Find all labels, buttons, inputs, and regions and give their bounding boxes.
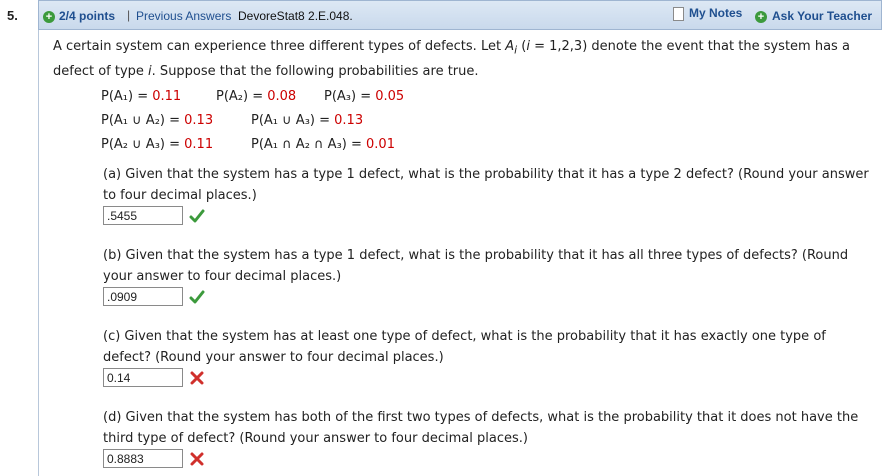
part-d-question: (d) Given that the system has both of th…: [103, 410, 859, 446]
part-b-question: (b) Given that the system has a type 1 d…: [103, 248, 849, 284]
question-header: +2/4 points | Previous Answers DevoreSta…: [38, 0, 882, 30]
prob-a1-a2-a3-intersection: P(A₁ ∩ A₂ ∩ A₃) = 0.01: [251, 137, 395, 152]
x-mark-icon: [190, 371, 204, 385]
intro-text-4: . Suppose that the following probabiliti…: [151, 63, 479, 79]
prob-a3: P(A₃) = 0.05: [324, 89, 405, 104]
points-label: 2/4 points: [59, 9, 116, 23]
part-a-answer-input[interactable]: .5455: [103, 206, 183, 225]
x-mark-icon: [190, 452, 204, 466]
my-notes-button[interactable]: My Notes: [673, 6, 742, 21]
part-a-question: (a) Given that the system has a type 1 d…: [103, 167, 869, 203]
intro-event-letter: A: [505, 39, 515, 54]
part-b-answer-input[interactable]: .0909: [103, 287, 183, 306]
ask-teacher-label: Ask Your Teacher: [772, 9, 873, 23]
previous-answers-link[interactable]: Previous Answers: [136, 9, 231, 23]
checkmark-icon: [189, 290, 205, 304]
prob-a2: P(A₂) = 0.08: [216, 89, 297, 104]
points-display[interactable]: +2/4 points: [43, 9, 115, 23]
my-notes-label: My Notes: [689, 6, 743, 20]
prob-a1-union-a3: P(A₁ ∪ A₃) = 0.13: [251, 113, 364, 128]
expand-plus-icon[interactable]: +: [43, 10, 55, 23]
prob-a1-union-a2: P(A₁ ∪ A₂) = 0.13: [101, 113, 214, 128]
prob-a1: P(A₁) = 0.11: [101, 89, 182, 104]
question-body: A certain system can experience three di…: [38, 30, 882, 476]
ask-teacher-button[interactable]: + Ask Your Teacher: [755, 9, 872, 23]
intro-text-2: (: [517, 39, 527, 54]
part-d-answer-input[interactable]: 0.8883: [103, 449, 183, 468]
part-c-question: (c) Given that the system has at least o…: [103, 329, 826, 365]
question-number: 5.: [7, 8, 18, 23]
checkmark-icon: [189, 209, 205, 223]
problem-code: DevoreStat8 2.E.048.: [238, 9, 353, 23]
intro-text-1: A certain system can experience three di…: [53, 39, 506, 54]
prob-a2-union-a3: P(A₂ ∪ A₃) = 0.11: [101, 137, 214, 152]
problem-intro: A certain system can experience three di…: [53, 36, 873, 82]
question-number-column: 5.: [0, 0, 38, 476]
ask-plus-icon: +: [755, 10, 767, 23]
note-icon: [673, 6, 684, 21]
header-separator: |: [127, 8, 131, 22]
part-c-answer-input[interactable]: 0.14: [103, 368, 183, 387]
